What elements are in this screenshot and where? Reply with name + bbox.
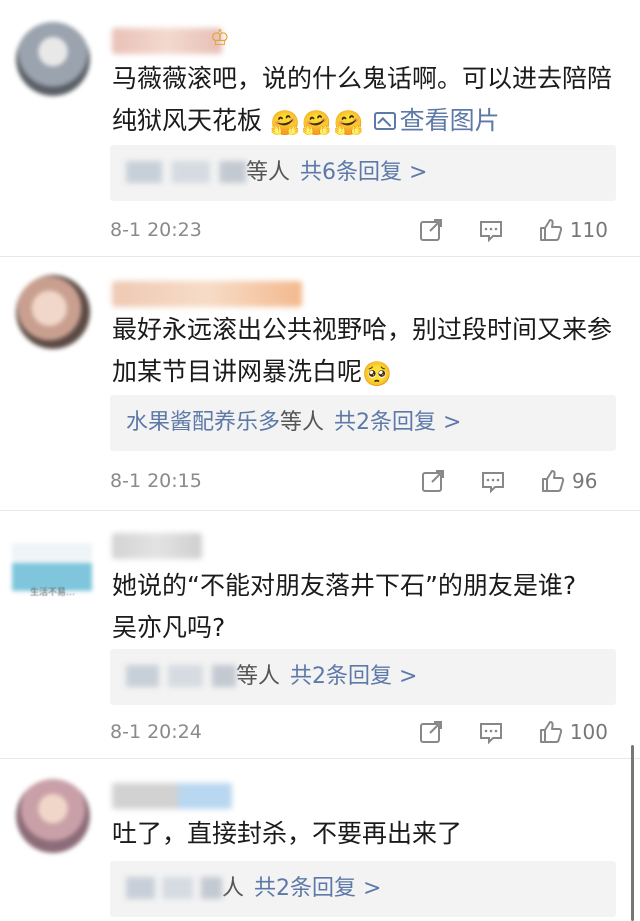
- reply-count-link[interactable]: 共2条回复 >: [334, 410, 461, 435]
- thumbs-up-icon: [539, 721, 562, 743]
- comment-meta: 8-1 20:24 100: [110, 717, 620, 747]
- username[interactable]: [112, 28, 222, 54]
- reply-count-link[interactable]: 共2条回复 >: [290, 664, 417, 689]
- avatar[interactable]: [16, 275, 90, 349]
- reply-names: [126, 665, 236, 687]
- replies-preview[interactable]: 水果酱配养乐多等人 共2条回复 >: [110, 395, 616, 451]
- hug-emoji-icon: 🤗: [333, 109, 364, 137]
- username[interactable]: [112, 783, 232, 809]
- username[interactable]: [112, 533, 202, 559]
- thumbs-up-icon: [539, 219, 562, 241]
- comment-text: 吐了，直接封杀，不要再出来了: [112, 819, 463, 848]
- like-button[interactable]: 96: [540, 466, 608, 496]
- comment-item: 生活不易… 她说的“不能对朋友落井下石”的朋友是谁? 吴亦凡吗? 等人 共2条回复…: [0, 511, 640, 751]
- reply-names: [126, 161, 246, 183]
- like-count: 110: [569, 218, 608, 242]
- username[interactable]: [112, 281, 302, 307]
- like-button[interactable]: 100: [538, 717, 608, 747]
- comment-text: 马薇薇滚吧，说的什么鬼话啊。可以进去陪陪 纯狱风天花板 🤗🤗🤗 查看图片: [112, 64, 613, 137]
- view-image-link[interactable]: 查看图片: [373, 106, 500, 135]
- reply-names[interactable]: 水果酱配养乐多: [126, 410, 280, 435]
- like-count: 100: [569, 720, 608, 744]
- hug-emoji-icon: 🤗: [301, 109, 332, 137]
- share-icon[interactable]: [418, 719, 444, 745]
- pleading-emoji-icon: 🥺: [362, 360, 392, 388]
- scrollbar[interactable]: [631, 745, 634, 921]
- comment-text: 最好永远滚出公共视野哈，别过段时间又来参 加某节目讲网暴洗白呢🥺: [112, 315, 613, 388]
- timestamp: 8-1 20:23: [110, 219, 202, 241]
- avatar-caption: 生活不易…: [30, 588, 76, 598]
- share-icon[interactable]: [420, 468, 446, 494]
- avatar[interactable]: [16, 22, 90, 96]
- image-icon: [373, 112, 396, 130]
- replies-preview[interactable]: 等人 共6条回复 >: [110, 145, 616, 201]
- reply-names: [126, 877, 222, 899]
- vip-badge-icon: ♔: [210, 26, 230, 51]
- comment-meta: 8-1 20:23 110: [110, 215, 620, 245]
- reply-count-link[interactable]: 共2条回复 >: [254, 876, 381, 901]
- comment-item: 最好永远滚出公共视野哈，别过段时间又来参 加某节目讲网暴洗白呢🥺 水果酱配养乐多…: [0, 257, 640, 509]
- comment-icon[interactable]: [480, 468, 506, 494]
- comment-item: ♔ 马薇薇滚吧，说的什么鬼话啊。可以进去陪陪 纯狱风天花板 🤗🤗🤗 查看图片 等…: [0, 0, 640, 252]
- replies-preview[interactable]: 人共2条回复 >: [110, 861, 616, 917]
- timestamp: 8-1 20:15: [110, 470, 202, 492]
- like-button[interactable]: 110: [538, 215, 608, 245]
- replies-preview[interactable]: 等人 共2条回复 >: [110, 649, 616, 705]
- timestamp: 8-1 20:24: [110, 721, 202, 743]
- comment-meta: 8-1 20:15 96: [110, 466, 620, 496]
- comment-icon[interactable]: [478, 719, 504, 745]
- comment-icon[interactable]: [478, 217, 504, 243]
- avatar[interactable]: [16, 779, 90, 853]
- comment-text: 她说的“不能对朋友落井下石”的朋友是谁? 吴亦凡吗?: [112, 571, 577, 642]
- like-count: 96: [572, 469, 598, 493]
- reply-count-link[interactable]: 共6条回复 >: [300, 160, 427, 185]
- comment-item: 吐了，直接封杀，不要再出来了 人共2条回复 >: [0, 759, 640, 921]
- thumbs-up-icon: [542, 470, 565, 492]
- hug-emoji-icon: 🤗: [269, 109, 300, 137]
- share-icon[interactable]: [418, 217, 444, 243]
